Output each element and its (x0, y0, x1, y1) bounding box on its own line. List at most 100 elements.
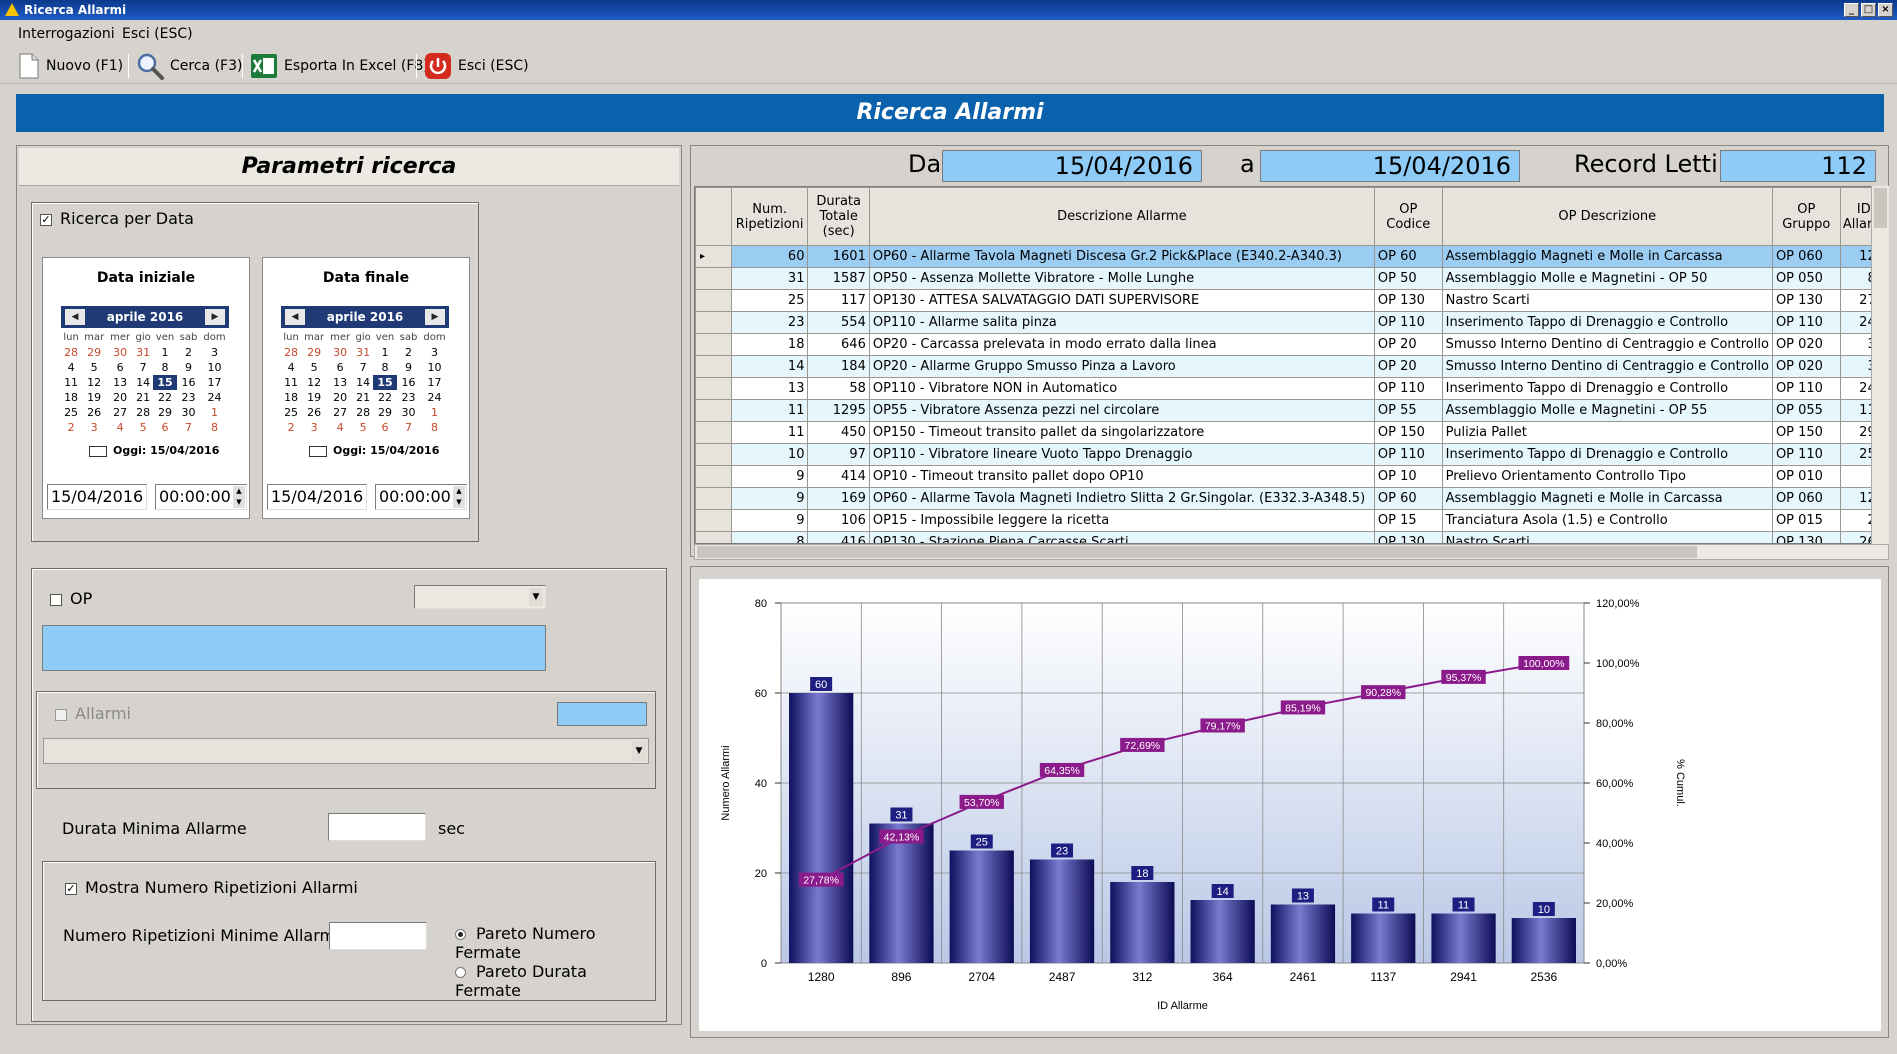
calendar-day[interactable]: 28 (133, 405, 153, 420)
table-row[interactable]: 8 416 OP130 - Stazione Piena Carcasse Scar… (695, 531, 1888, 543)
calendar-day[interactable]: 24 (420, 390, 449, 405)
calendar-day[interactable]: 31 (353, 345, 373, 360)
row-selector[interactable] (695, 443, 732, 466)
row-selector[interactable] (695, 531, 732, 543)
row-selector[interactable] (695, 267, 732, 290)
calendar-day[interactable]: 3 (301, 420, 327, 435)
row-selector[interactable] (695, 465, 732, 488)
table-horizontal-scrollbar[interactable] (694, 544, 1889, 560)
calendar-day[interactable]: 10 (420, 360, 449, 375)
calendar-day[interactable]: 4 (327, 420, 353, 435)
row-selector[interactable] (695, 399, 732, 422)
pareto-duration-radio[interactable]: Pareto Durata Fermate (455, 962, 655, 1000)
scrollbar-thumb[interactable] (697, 546, 1697, 558)
column-header[interactable]: OP Codice (1373, 187, 1443, 246)
calendar-day[interactable]: 9 (397, 360, 420, 375)
row-selector[interactable] (695, 377, 732, 400)
calendar-day[interactable]: 5 (353, 420, 373, 435)
calendar-day[interactable]: 21 (133, 390, 153, 405)
op-selection-field[interactable] (42, 625, 546, 671)
calendar-day[interactable]: 15 (153, 375, 177, 390)
calendar-day[interactable]: 30 (107, 345, 133, 360)
calendar-day[interactable]: 17 (200, 375, 229, 390)
calendar-day[interactable]: 18 (61, 390, 81, 405)
table-row[interactable]: 9 106 OP15 - Impossibile leggere la ricett… (695, 509, 1888, 532)
row-selector[interactable] (695, 509, 732, 532)
calendar-day[interactable]: 25 (281, 405, 301, 420)
calendar-day[interactable]: 23 (397, 390, 420, 405)
table-row[interactable]: 9 414 OP10 - Timeout transito pallet dopo … (695, 465, 1888, 488)
prev-month-button[interactable]: ◀ (285, 309, 305, 325)
pareto-count-radio[interactable]: Pareto Numero Fermate (455, 924, 655, 962)
table-row[interactable]: 23 554 OP110 - Allarme salita pinza OP 110 I… (695, 311, 1888, 334)
calendar-day[interactable]: 20 (327, 390, 353, 405)
calendar-day[interactable]: 4 (61, 360, 81, 375)
calendar-day[interactable]: 29 (301, 345, 327, 360)
calendar-today[interactable]: Oggi: 15/04/2016 (89, 444, 219, 457)
row-selector[interactable]: ▸ (695, 245, 732, 268)
minimize-button[interactable]: _ (1844, 3, 1859, 17)
calendar-day[interactable]: 6 (107, 360, 133, 375)
menu-esci[interactable]: Esci (ESC) (122, 26, 193, 42)
calendar-day[interactable]: 16 (177, 375, 200, 390)
calendar-day[interactable]: 17 (420, 375, 449, 390)
calendar-day[interactable]: 5 (81, 360, 107, 375)
calendar-day[interactable]: 1 (200, 405, 229, 420)
calendar-day[interactable]: 3 (81, 420, 107, 435)
calendar-day[interactable]: 2 (177, 345, 200, 360)
calendar-day[interactable]: 8 (373, 360, 397, 375)
start-date-field[interactable]: 15/04/2016 (47, 484, 147, 510)
row-selector[interactable] (695, 355, 732, 378)
calendar-day[interactable]: 27 (327, 405, 353, 420)
calendar-day[interactable]: 30 (397, 405, 420, 420)
calendar-day[interactable]: 2 (61, 420, 81, 435)
calendar-day[interactable]: 27 (107, 405, 133, 420)
calendar-day[interactable]: 1 (420, 405, 449, 420)
calendar-day[interactable]: 29 (81, 345, 107, 360)
show-reps-checkbox[interactable]: ✓ Mostra Numero Ripetizioni Allarmi (65, 878, 358, 897)
calendar-day[interactable]: 29 (373, 405, 397, 420)
next-month-button[interactable]: ▶ (205, 309, 225, 325)
start-time-field[interactable]: 00:00:00 ▲ ▼ (155, 484, 247, 510)
column-header[interactable]: Descrizione Allarme (868, 187, 1375, 246)
row-selector[interactable] (695, 333, 732, 356)
search-by-date-checkbox[interactable]: ✓ Ricerca per Data (40, 209, 194, 228)
next-month-button[interactable]: ▶ (425, 309, 445, 325)
maximize-button[interactable]: □ (1861, 3, 1876, 17)
calendar-day[interactable]: 3 (200, 345, 229, 360)
calendar-day[interactable]: 4 (281, 360, 301, 375)
calendar-day[interactable]: 20 (107, 390, 133, 405)
calendar-day[interactable]: 9 (177, 360, 200, 375)
calendar-day[interactable]: 12 (301, 375, 327, 390)
calendar-day[interactable]: 7 (177, 420, 200, 435)
calendar-day[interactable]: 28 (281, 345, 301, 360)
op-checkbox[interactable]: OP (50, 589, 92, 608)
calendar-today[interactable]: Oggi: 15/04/2016 (309, 444, 439, 457)
calendar-day[interactable]: 29 (153, 405, 177, 420)
calendar-day[interactable]: 11 (61, 375, 81, 390)
calendar-day[interactable]: 19 (81, 390, 107, 405)
table-row[interactable]: 9 169 OP60 - Allarme Tavola Magneti Indiet… (695, 487, 1888, 510)
column-header[interactable]: Num. Ripetizioni (730, 187, 809, 246)
calendar-day[interactable]: 13 (107, 375, 133, 390)
alarms-dropdown[interactable]: ▼ (43, 738, 649, 764)
table-row[interactable]: 13 58 OP110 - Vibratore NON in Automatico O… (695, 377, 1888, 400)
export-excel-button[interactable]: Esporta In Excel (F8) (250, 52, 429, 80)
table-row[interactable]: 14 184 OP20 - Allarme Gruppo Smusso Pinza … (695, 355, 1888, 378)
table-row[interactable]: 11 450 OP150 - Timeout transito pallet da … (695, 421, 1888, 444)
row-selector[interactable] (695, 487, 732, 510)
row-selector[interactable] (695, 421, 732, 444)
new-button[interactable]: Nuovo (F1) (18, 52, 123, 80)
table-row[interactable]: 31 1587 OP50 - Assenza Mollette Vibratore … (695, 267, 1888, 290)
calendar-day[interactable]: 25 (61, 405, 81, 420)
calendar-day[interactable]: 8 (200, 420, 229, 435)
column-header[interactable]: OP Gruppo (1771, 187, 1841, 246)
calendar-day[interactable]: 8 (420, 420, 449, 435)
end-date-field[interactable]: 15/04/2016 (267, 484, 367, 510)
calendar-day[interactable]: 3 (420, 345, 449, 360)
calendar-day[interactable]: 2 (397, 345, 420, 360)
table-row[interactable]: ▸ 60 1601 OP60 - Allarme Tavola Magneti Dis… (695, 245, 1888, 268)
calendar-day[interactable]: 26 (81, 405, 107, 420)
row-selector[interactable] (695, 311, 732, 334)
column-header[interactable]: OP Descrizione (1441, 187, 1773, 246)
